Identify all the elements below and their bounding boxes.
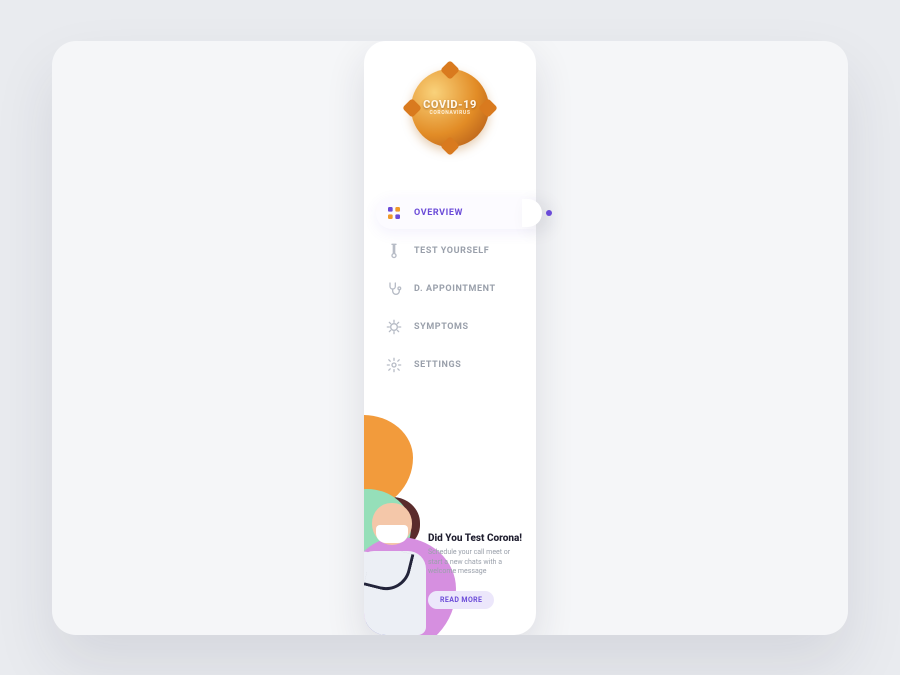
nav-label: SYMPTOMS [414,322,469,332]
nav-label: SETTINGS [414,360,461,370]
sidebar-nav: OVERVIEW TEST YOURSELF [364,197,536,381]
sidebar-panel: COVID-19 CORONAVIRUS OVERVIEW [364,41,536,635]
app-canvas: COVID-19 CORONAVIRUS OVERVIEW [52,41,848,635]
read-more-button[interactable]: READ MORE [428,591,494,609]
nav-label: D. APPOINTMENT [414,284,496,294]
promo-text-block: Did You Test Corona! Schedule your call … [428,533,524,608]
virus-icon [386,319,402,335]
nav-item-appointment[interactable]: D. APPOINTMENT [376,273,536,305]
logo-subtitle: CORONAVIRUS [423,110,477,116]
promo-title: Did You Test Corona! [428,533,524,544]
promo-card: Did You Test Corona! Schedule your call … [364,445,536,635]
nav-label: TEST YOURSELF [414,246,489,256]
nav-label: OVERVIEW [414,208,463,218]
active-dot-icon [546,210,552,216]
nav-item-overview[interactable]: OVERVIEW [376,197,536,229]
dashboard-icon [386,205,402,221]
covid-virus-logo: COVID-19 CORONAVIRUS [411,69,489,147]
promo-subtitle: Schedule your call meet or start a new c… [428,548,524,576]
nav-item-settings[interactable]: SETTINGS [376,349,536,381]
test-tube-icon [386,243,402,259]
logo-title: COVID-19 [423,99,477,111]
logo-container: COVID-19 CORONAVIRUS [364,41,536,165]
nav-item-test-yourself[interactable]: TEST YOURSELF [376,235,536,267]
nav-item-symptoms[interactable]: SYMPTOMS [376,311,536,343]
stethoscope-icon [386,281,402,297]
gear-icon [386,357,402,373]
doctor-illustration [364,503,434,635]
